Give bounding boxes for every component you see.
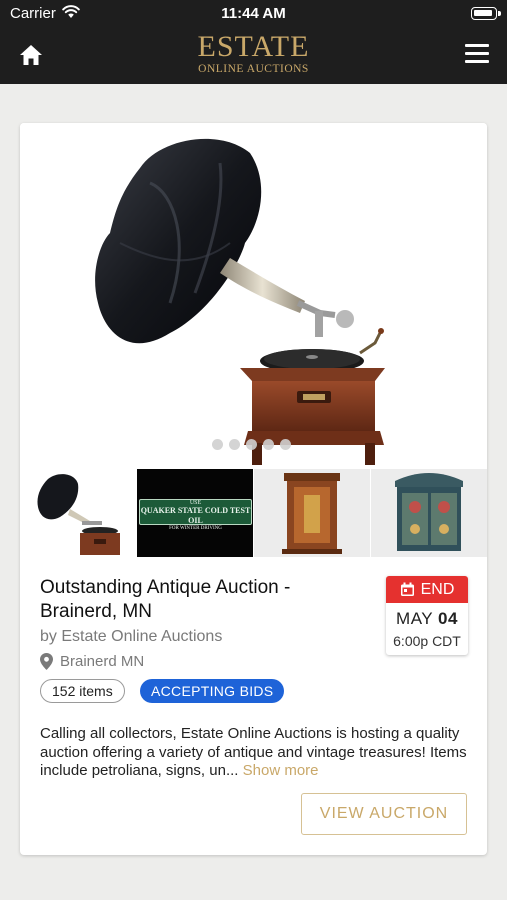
end-date: MAY 04 bbox=[386, 609, 468, 629]
thumbnail-wood-cabinet[interactable] bbox=[254, 469, 370, 557]
sign-line-main: QUAKER STATE COLD TEST OIL bbox=[140, 506, 251, 525]
end-badge-header: END bbox=[386, 576, 468, 603]
carousel-dot[interactable] bbox=[212, 439, 223, 450]
hero-image-phonograph[interactable] bbox=[20, 123, 487, 468]
thumbnail-painted-cabinet[interactable] bbox=[371, 469, 487, 557]
status-bar: Carrier 11:44 AM bbox=[0, 0, 507, 28]
carousel-dots[interactable] bbox=[212, 439, 291, 450]
end-date-badge: END MAY 04 6:00p CDT bbox=[386, 576, 468, 655]
battery-nub bbox=[498, 11, 501, 16]
end-time: 6:00p CDT bbox=[393, 633, 461, 649]
clock: 11:44 AM bbox=[221, 5, 286, 22]
auction-description: Calling all collectors, Estate Online Au… bbox=[40, 725, 470, 781]
nav-bar: ESTATE ONLINE AUCTIONS bbox=[0, 28, 507, 84]
auction-title[interactable]: Outstanding Antique Auction - Brainerd, … bbox=[40, 576, 360, 624]
auction-byline: by Estate Online Auctions bbox=[40, 628, 223, 645]
location-pin-icon bbox=[40, 653, 53, 670]
brand-logo[interactable]: ESTATE ONLINE AUCTIONS bbox=[0, 28, 507, 76]
carousel-dot[interactable] bbox=[229, 439, 240, 450]
location-label: Brainerd MN bbox=[60, 653, 145, 670]
logo-main-text: ESTATE bbox=[197, 30, 310, 63]
carousel-dot[interactable] bbox=[263, 439, 274, 450]
auction-card[interactable]: USE QUAKER STATE COLD TEST OIL FOR WINTE… bbox=[20, 123, 487, 855]
thumbnail-phonograph[interactable] bbox=[20, 469, 136, 557]
logo-sub-text: ONLINE AUCTIONS bbox=[198, 63, 309, 75]
sign-line-sub: FOR WINTER DRIVING bbox=[169, 526, 222, 531]
end-label: END bbox=[420, 580, 455, 598]
thumbnail-quaker-state-sign[interactable]: USE QUAKER STATE COLD TEST OIL FOR WINTE… bbox=[137, 469, 253, 557]
status-badge: ACCEPTING BIDS bbox=[140, 679, 285, 703]
hamburger-menu-icon[interactable] bbox=[465, 44, 489, 66]
items-count-chip: 152 items bbox=[40, 679, 125, 703]
end-day: 04 bbox=[438, 609, 458, 628]
carousel-dot[interactable] bbox=[280, 439, 291, 450]
thumbnail-strip: USE QUAKER STATE COLD TEST OIL FOR WINTE… bbox=[20, 469, 487, 557]
carousel-dot[interactable] bbox=[246, 439, 257, 450]
auction-location: Brainerd MN bbox=[40, 653, 144, 670]
end-month: MAY bbox=[396, 609, 433, 628]
show-more-link[interactable]: Show more bbox=[243, 762, 319, 779]
battery-icon bbox=[471, 7, 497, 20]
view-auction-button[interactable]: VIEW AUCTION bbox=[301, 793, 467, 835]
calendar-icon bbox=[400, 582, 414, 596]
